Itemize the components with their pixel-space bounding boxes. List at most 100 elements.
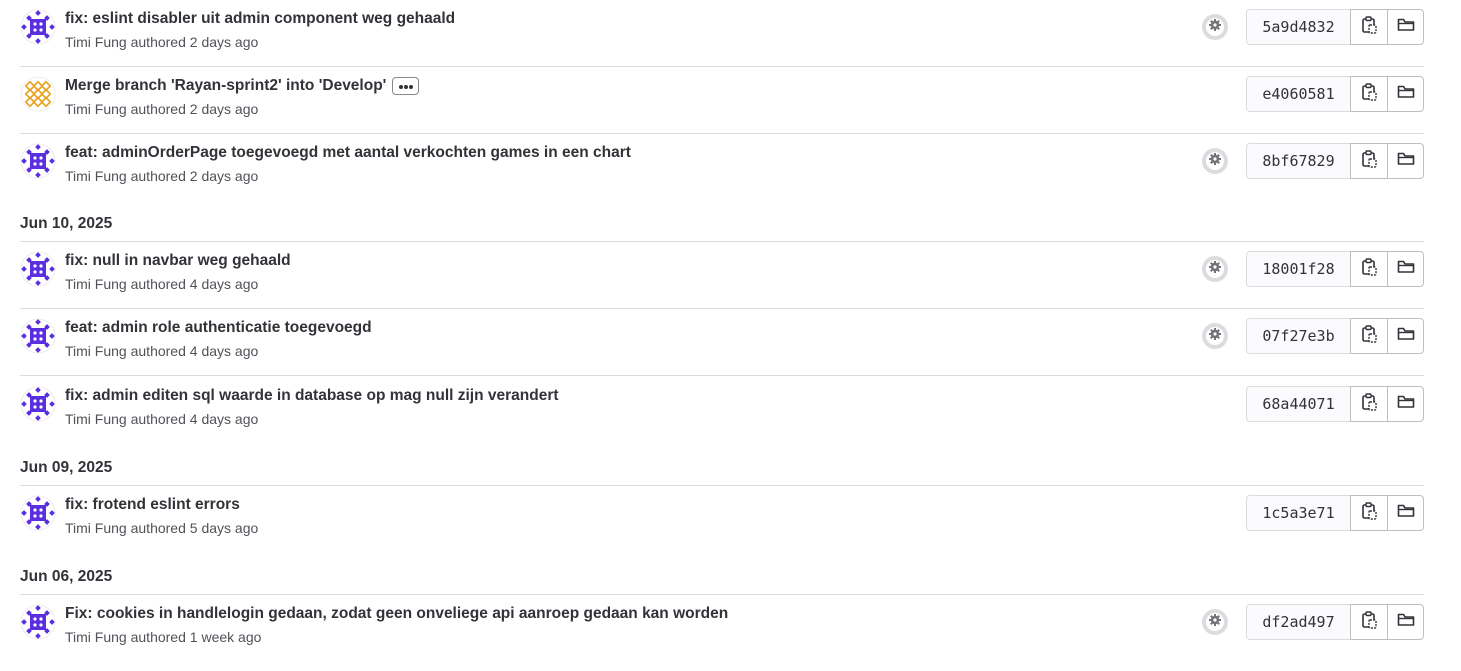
gear-icon [1209,152,1221,170]
commit-meta: Timi Fung authored 2 days ago [65,101,258,117]
commit-meta: Timi Fung authored 4 days ago [65,343,258,359]
commit-row: Fix: cookies in handlelogin gedaan, zoda… [20,595,1424,662]
authored-label: authored [130,34,186,50]
commit-title[interactable]: Fix: cookies in handlelogin gedaan, zoda… [65,605,728,623]
day-header: Jun 09, 2025 [20,459,113,476]
folder-icon [1397,151,1415,171]
commit-title[interactable]: fix: frotend eslint errors [65,496,240,514]
commit-time: 4 days ago [189,411,259,427]
pipeline-status-icon[interactable] [1202,609,1228,635]
commit-row: fix: frotend eslint errors Timi Fung aut… [20,486,1424,553]
authored-label: authored [130,343,186,359]
commit-row: fix: null in navbar weg gehaald Timi Fun… [20,242,1424,309]
commit-meta: Timi Fung authored 5 days ago [65,520,258,536]
browse-files-button[interactable] [1387,604,1424,640]
commit-time: 1 week ago [189,629,262,645]
folder-icon [1397,259,1415,279]
pipeline-status-icon[interactable] [1202,256,1228,282]
commit-time: 2 days ago [189,168,259,184]
commit-sha[interactable]: 8bf67829 [1246,143,1350,179]
copy-icon [1361,324,1377,348]
copy-icon [1361,501,1377,525]
commit-row: feat: adminOrderPage toegevoegd met aant… [20,134,1424,201]
commit-list: fix: eslint disabler uit admin component… [0,0,1461,671]
authored-label: authored [130,411,186,427]
commit-time: 2 days ago [189,34,259,50]
copy-sha-button[interactable] [1350,318,1387,354]
browse-files-button[interactable] [1387,143,1424,179]
authored-label: authored [130,101,186,117]
commit-title[interactable]: Merge branch 'Rayan-sprint2' into 'Devel… [65,77,386,95]
commit-title[interactable]: feat: adminOrderPage toegevoegd met aant… [65,144,631,162]
copy-sha-button[interactable] [1350,9,1387,45]
commit-row: Merge branch 'Rayan-sprint2' into 'Devel… [20,67,1424,134]
browse-files-button[interactable] [1387,495,1424,531]
copy-icon [1361,610,1377,634]
author-name[interactable]: Timi Fung [65,34,127,50]
copy-icon [1361,82,1377,106]
commit-title[interactable]: fix: admin editen sql waarde in database… [65,387,559,405]
avatar[interactable] [20,604,56,640]
browse-files-button[interactable] [1387,318,1424,354]
folder-icon [1397,503,1415,523]
copy-sha-button[interactable] [1350,251,1387,287]
browse-files-button[interactable] [1387,386,1424,422]
folder-icon [1397,17,1415,37]
author-name[interactable]: Timi Fung [65,276,127,292]
folder-icon [1397,394,1415,414]
pipeline-status-icon[interactable] [1202,148,1228,174]
gear-icon [1209,260,1221,278]
author-name[interactable]: Timi Fung [65,411,127,427]
author-name[interactable]: Timi Fung [65,168,127,184]
copy-sha-button[interactable] [1350,604,1387,640]
copy-sha-button[interactable] [1350,495,1387,531]
day-header: Jun 10, 2025 [20,215,113,232]
commit-title[interactable]: feat: admin role authenticatie toegevoeg… [65,319,372,337]
commit-sha[interactable]: 07f27e3b [1246,318,1350,354]
folder-icon [1397,326,1415,346]
commit-time: 4 days ago [189,276,259,292]
avatar[interactable] [20,76,56,112]
copy-sha-button[interactable] [1350,76,1387,112]
copy-icon [1361,392,1377,416]
avatar[interactable] [20,143,56,179]
pipeline-status-icon[interactable] [1202,14,1228,40]
authored-label: authored [130,168,186,184]
commit-time: 5 days ago [189,520,259,536]
copy-sha-button[interactable] [1350,143,1387,179]
author-name[interactable]: Timi Fung [65,629,127,645]
commit-meta: Timi Fung authored 2 days ago [65,34,258,50]
ellipsis-icon [398,77,414,95]
author-name[interactable]: Timi Fung [65,343,127,359]
commit-sha[interactable]: df2ad497 [1246,604,1350,640]
copy-icon [1361,257,1377,281]
copy-sha-button[interactable] [1350,386,1387,422]
avatar[interactable] [20,251,56,287]
commit-sha[interactable]: 5a9d4832 [1246,9,1350,45]
commit-title[interactable]: fix: eslint disabler uit admin component… [65,10,455,28]
commit-sha[interactable]: 1c5a3e71 [1246,495,1350,531]
authored-label: authored [130,629,186,645]
avatar[interactable] [20,318,56,354]
browse-files-button[interactable] [1387,9,1424,45]
author-name[interactable]: Timi Fung [65,101,127,117]
copy-icon [1361,149,1377,173]
avatar[interactable] [20,386,56,422]
author-name[interactable]: Timi Fung [65,520,127,536]
commit-sha[interactable]: 68a44071 [1246,386,1350,422]
commit-title[interactable]: fix: null in navbar weg gehaald [65,252,291,270]
gear-icon [1209,613,1221,631]
commit-time: 4 days ago [189,343,259,359]
gear-icon [1209,18,1221,36]
day-header: Jun 06, 2025 [20,568,113,585]
commit-meta: Timi Fung authored 1 week ago [65,629,261,645]
toggle-description-button[interactable] [392,77,420,95]
browse-files-button[interactable] [1387,76,1424,112]
commit-sha[interactable]: 18001f28 [1246,251,1350,287]
commit-sha[interactable]: e4060581 [1246,76,1350,112]
avatar[interactable] [20,495,56,531]
authored-label: authored [130,520,186,536]
avatar[interactable] [20,9,56,45]
browse-files-button[interactable] [1387,251,1424,287]
pipeline-status-icon[interactable] [1202,323,1228,349]
